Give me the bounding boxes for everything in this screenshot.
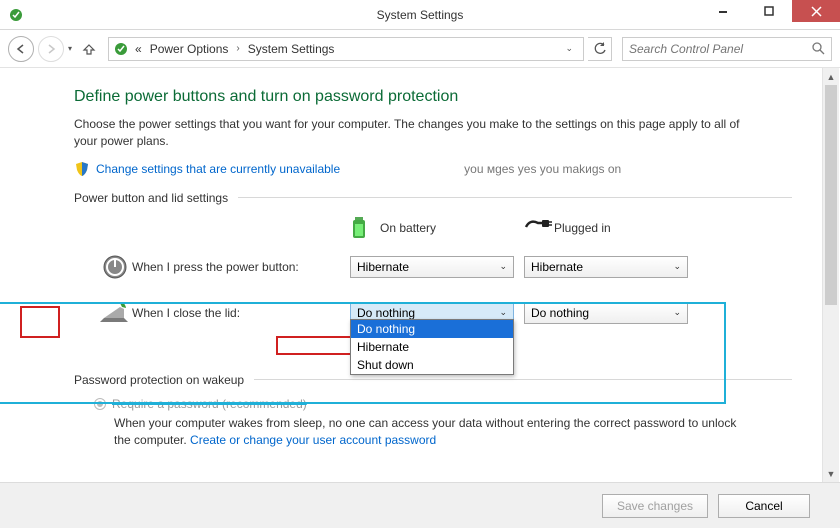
change-settings-link[interactable]: Change settings that are currently unava… bbox=[96, 162, 340, 176]
close-button[interactable] bbox=[792, 0, 840, 22]
section-rule bbox=[238, 197, 792, 198]
cancel-button[interactable]: Cancel bbox=[718, 494, 810, 518]
refresh-button[interactable] bbox=[588, 37, 612, 61]
search-input[interactable] bbox=[629, 42, 812, 56]
radio-label: Require a password (recommended) bbox=[112, 397, 307, 411]
up-button[interactable] bbox=[82, 42, 104, 56]
battery-icon bbox=[350, 215, 372, 241]
page-description: Choose the power settings that you want … bbox=[74, 116, 754, 151]
nav-bar: ▾ « Power Options › System Settings ⌄ bbox=[0, 30, 840, 68]
radio-icon bbox=[94, 398, 106, 410]
chevron-down-icon: ⌄ bbox=[499, 261, 507, 272]
column-plugged: Plugged in bbox=[524, 215, 698, 241]
chevron-down-icon: ⌄ bbox=[673, 261, 681, 272]
breadcrumb[interactable]: « Power Options › System Settings ⌄ bbox=[108, 37, 584, 61]
footer: Save changes Cancel bbox=[0, 482, 840, 528]
password-description: When your computer wakes from sleep, no … bbox=[114, 415, 754, 450]
chevron-down-icon: ⌄ bbox=[673, 307, 681, 318]
laptop-lid-icon bbox=[98, 299, 132, 327]
section-power-lid: Power button and lid settings bbox=[74, 191, 792, 205]
annotation-highlight-lid-icon bbox=[20, 306, 60, 338]
section-label: Power button and lid settings bbox=[74, 191, 228, 205]
shield-icon bbox=[74, 161, 90, 177]
dropdown-option[interactable]: Do nothing bbox=[351, 320, 513, 338]
scroll-down-arrow[interactable]: ▼ bbox=[823, 465, 839, 482]
plug-icon bbox=[524, 215, 546, 241]
recent-locations-chevron[interactable]: ▾ bbox=[68, 44, 78, 53]
page-title: Define power buttons and turn on passwor… bbox=[74, 88, 792, 106]
column-label: Plugged in bbox=[554, 221, 611, 235]
vertical-scrollbar[interactable]: ▲ ▼ bbox=[822, 68, 839, 482]
breadcrumb-prefix: « bbox=[133, 42, 144, 56]
chevron-down-icon: ⌄ bbox=[499, 307, 507, 318]
maximize-button[interactable] bbox=[746, 0, 792, 22]
create-password-link[interactable]: Create or change your user account passw… bbox=[190, 433, 436, 447]
content-area: Define power buttons and turn on passwor… bbox=[0, 68, 822, 482]
close-lid-battery-dropdown: Do nothing Hibernate Shut down bbox=[350, 319, 514, 375]
location-icon bbox=[113, 41, 129, 57]
window-controls bbox=[700, 0, 840, 22]
section-rule bbox=[254, 379, 792, 380]
column-label: On battery bbox=[380, 221, 436, 235]
search-box[interactable] bbox=[622, 37, 832, 61]
chevron-right-icon[interactable]: › bbox=[234, 43, 241, 54]
section-label: Password protection on wakeup bbox=[74, 373, 244, 387]
breadcrumb-dropdown-icon[interactable]: ⌄ bbox=[559, 43, 579, 54]
forward-button[interactable] bbox=[38, 36, 64, 62]
minimize-button[interactable] bbox=[700, 0, 746, 22]
breadcrumb-item[interactable]: Power Options bbox=[148, 42, 231, 56]
combo-value: Do nothing bbox=[357, 306, 415, 320]
save-changes-button[interactable]: Save changes bbox=[602, 494, 708, 518]
close-lid-plugged-combo[interactable]: Do nothing ⌄ bbox=[524, 302, 688, 324]
row-close-lid: When I close the lid: Do nothing ⌄ Do no… bbox=[74, 297, 792, 329]
title-bar: System Settings bbox=[0, 0, 840, 30]
section-password: Password protection on wakeup bbox=[74, 373, 792, 387]
dropdown-option[interactable]: Shut down bbox=[351, 356, 513, 374]
row-label: When I close the lid: bbox=[132, 306, 350, 320]
dropdown-option[interactable]: Hibernate bbox=[351, 338, 513, 356]
column-battery: On battery bbox=[350, 215, 524, 241]
back-button[interactable] bbox=[8, 36, 34, 62]
combo-value: Hibernate bbox=[531, 260, 583, 274]
scroll-up-arrow[interactable]: ▲ bbox=[823, 68, 839, 85]
power-button-battery-combo[interactable]: Hibernate ⌄ bbox=[350, 256, 514, 278]
ghost-text: yᴏu ᴍɡеs yes you makᴎgs on bbox=[464, 162, 621, 176]
breadcrumb-item[interactable]: System Settings bbox=[246, 42, 337, 56]
column-headers: On battery Plugged in bbox=[74, 215, 792, 241]
combo-value: Hibernate bbox=[357, 260, 409, 274]
require-password-radio[interactable]: Require a password (recommended) bbox=[94, 397, 792, 411]
search-icon[interactable] bbox=[812, 42, 825, 55]
power-button-plugged-combo[interactable]: Hibernate ⌄ bbox=[524, 256, 688, 278]
power-icon bbox=[98, 253, 132, 281]
scroll-thumb[interactable] bbox=[825, 85, 837, 305]
row-label: When I press the power button: bbox=[132, 260, 350, 274]
row-power-button: When I press the power button: Hibernate… bbox=[74, 251, 792, 283]
app-icon bbox=[8, 7, 24, 23]
combo-value: Do nothing bbox=[531, 306, 589, 320]
